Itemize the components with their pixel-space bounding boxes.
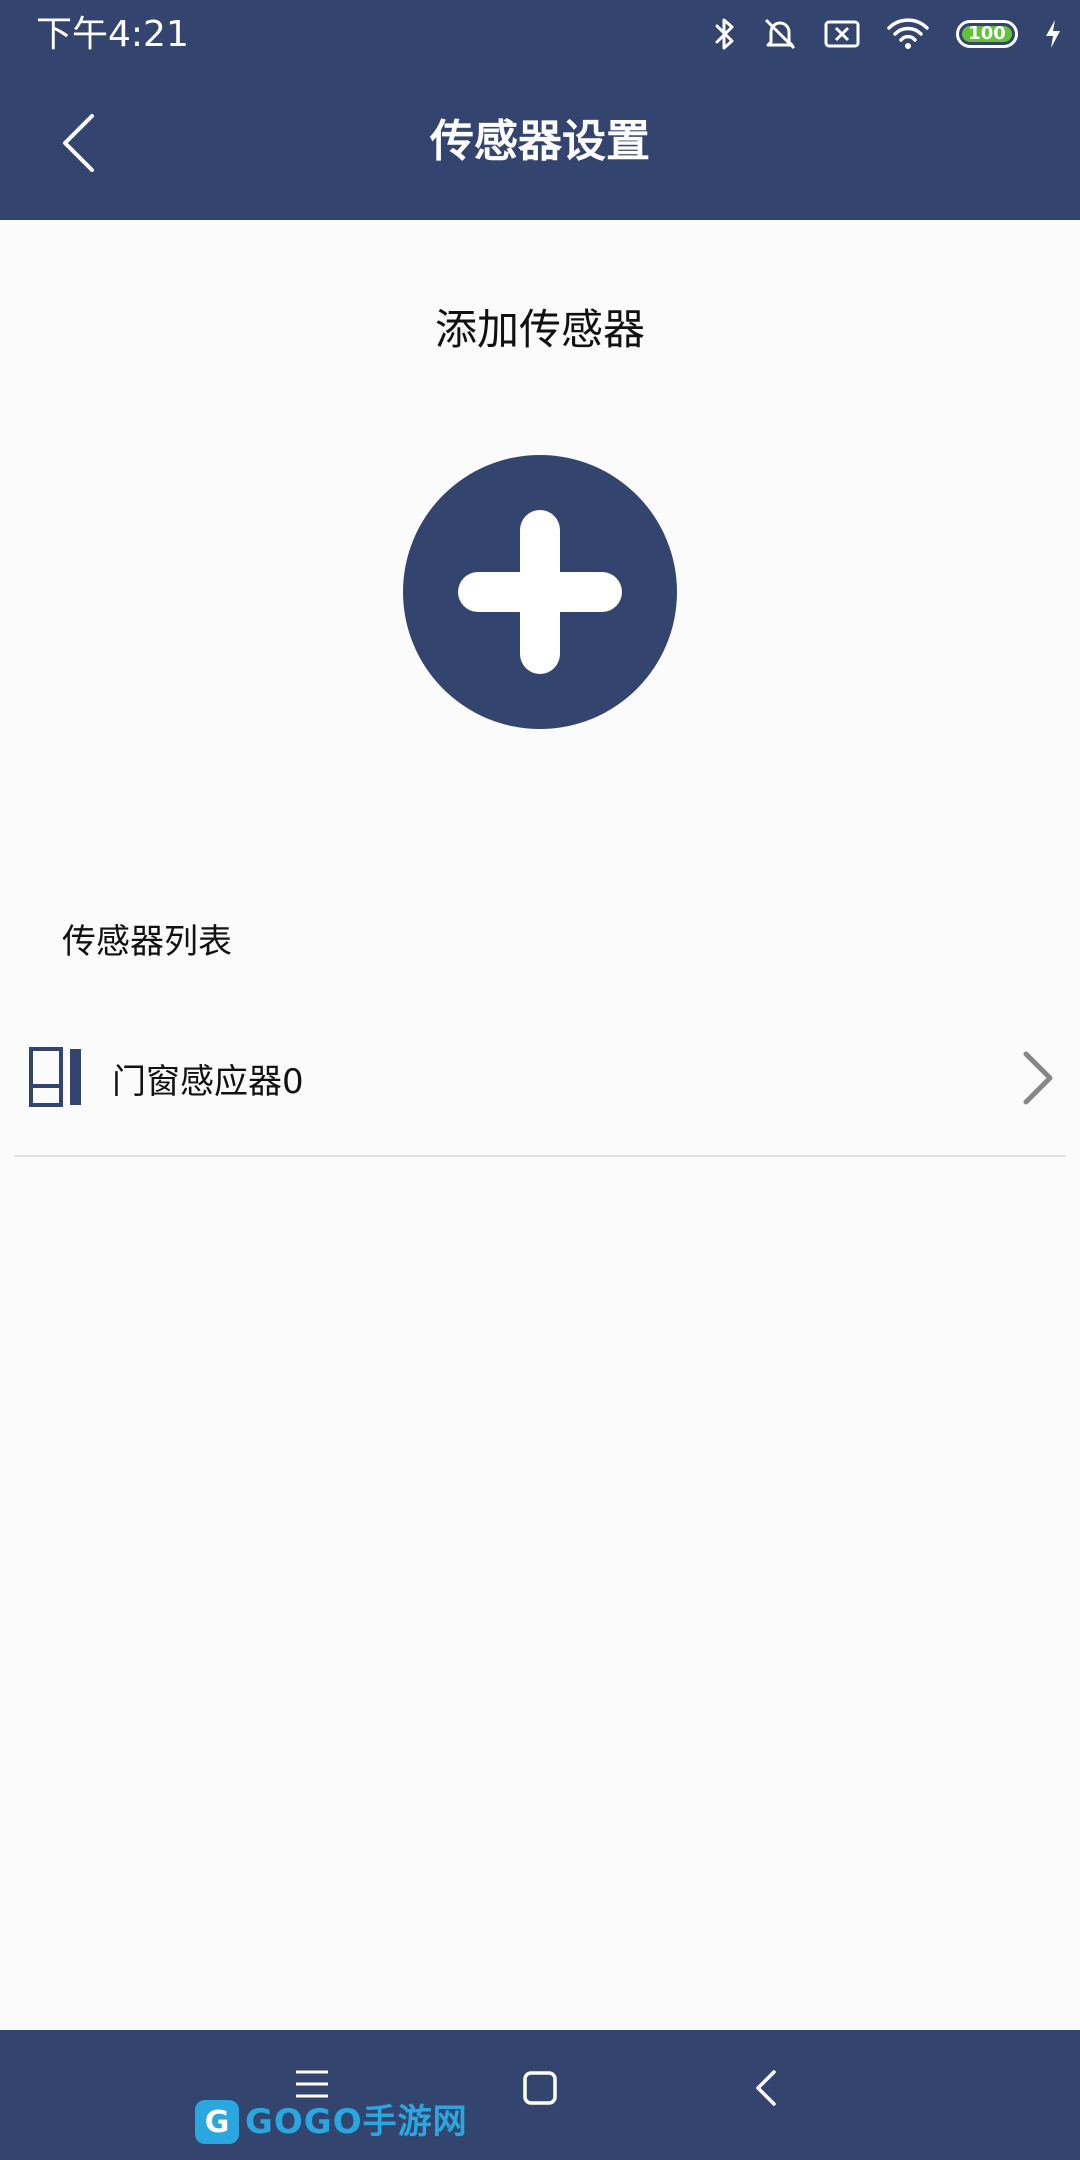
- mute-alarm-icon: [762, 17, 798, 51]
- status-icons: 100: [714, 12, 1062, 56]
- add-sensor-title: 添加传感器: [434, 305, 645, 354]
- battery-icon: 100: [956, 20, 1018, 48]
- home-icon: [520, 2068, 560, 2112]
- nav-back-button[interactable]: [752, 2068, 780, 2112]
- status-time: 下午4:21: [36, 14, 189, 55]
- back-icon: [752, 2068, 780, 2112]
- menu-button[interactable]: [292, 2068, 332, 2104]
- charging-icon: [1044, 19, 1062, 49]
- sensor-name: 门窗感应器0: [112, 1062, 304, 1102]
- home-button[interactable]: [520, 2068, 560, 2112]
- bluetooth-icon: [714, 17, 736, 51]
- system-nav-bar: G GOGO手游网: [0, 2030, 1080, 2160]
- list-item[interactable]: 门窗感应器0: [14, 1015, 1066, 1157]
- wifi-icon: [886, 17, 930, 51]
- menu-icon: [292, 2068, 332, 2104]
- chevron-right-icon: [1020, 1050, 1056, 1110]
- sensor-list-title: 传感器列表: [62, 922, 232, 962]
- battery-level: 100: [968, 23, 1006, 44]
- add-sensor-button[interactable]: [403, 455, 677, 729]
- page-title: 传感器设置: [430, 116, 650, 167]
- watermark: G GOGO手游网: [195, 2100, 468, 2144]
- app-header: 下午4:21 100 传感器设置: [0, 0, 1080, 220]
- door-window-sensor-icon: [28, 1046, 84, 1112]
- no-sim-icon: [824, 20, 860, 48]
- watermark-logo-icon: G: [195, 2100, 239, 2144]
- watermark-text: GOGO手游网: [245, 2102, 468, 2142]
